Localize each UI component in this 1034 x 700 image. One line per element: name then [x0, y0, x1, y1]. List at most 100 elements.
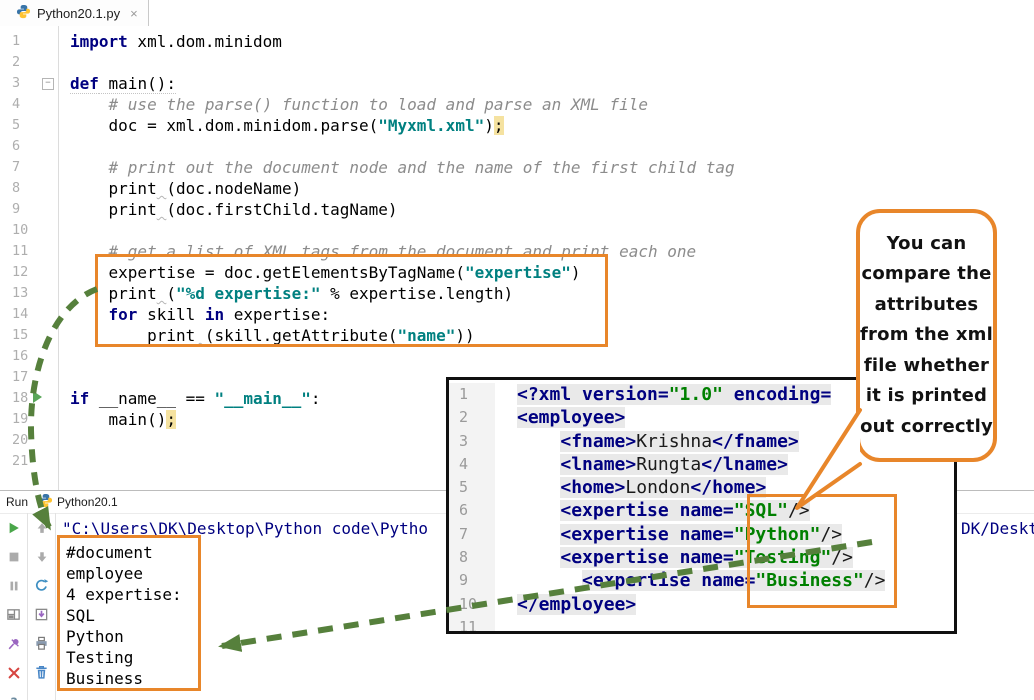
help-button[interactable]: ? — [5, 695, 23, 700]
xml-line-number: 2 — [449, 406, 495, 429]
xml-text: <expertise name="Testing"/> — [495, 546, 853, 569]
up-button[interactable] — [33, 521, 51, 539]
trash-button[interactable] — [33, 666, 51, 684]
console-output[interactable]: #documentemployee4 expertise:SQLPythonTe… — [66, 542, 182, 689]
xml-line-number: 10 — [449, 593, 495, 616]
callout-text-line: it is printed — [860, 381, 993, 412]
line-number[interactable]: 15 — [0, 325, 58, 346]
line-number[interactable]: 21 — [0, 451, 58, 472]
line-number[interactable]: 20 — [0, 430, 58, 451]
xml-line-number: 7 — [449, 523, 495, 546]
pause-button[interactable] — [5, 579, 23, 597]
tab-python-file[interactable]: Python20.1.py × — [0, 0, 149, 26]
code-text: # use the parse() function to load and p… — [58, 94, 648, 115]
xml-text: <fname>Krishna</fname> — [495, 430, 799, 453]
xml-line: 6 <expertise name="SQL"/> — [449, 499, 954, 522]
export-icon — [34, 607, 49, 627]
code-line[interactable]: 2 — [0, 52, 1034, 73]
down-button[interactable] — [33, 550, 51, 568]
pause-icon — [7, 579, 21, 598]
console-output-line: #document — [66, 542, 182, 563]
rerun-button[interactable] — [33, 579, 51, 597]
xml-line: 11 — [449, 616, 954, 634]
stop-icon — [7, 550, 21, 569]
ide-window: Python20.1.py × 1import xml.dom.minidom2… — [0, 0, 1034, 700]
callout-text-line: attributes — [860, 290, 993, 321]
console-path-text-right: DK/Deskt — [961, 518, 1034, 539]
line-number[interactable]: 14 — [0, 304, 58, 325]
line-number[interactable]: 9 — [0, 199, 58, 220]
code-text: import xml.dom.minidom — [58, 31, 282, 52]
line-number[interactable]: 10 — [0, 220, 58, 241]
code-line[interactable]: 6 — [0, 136, 1034, 157]
console-path-text: "C:\Users\DK\Desktop\Python code\Pytho — [62, 518, 428, 539]
code-text: def main(): — [58, 73, 176, 94]
code-line[interactable]: 5 doc = xml.dom.minidom.parse("Myxml.xml… — [0, 115, 1034, 136]
xml-line: 8 <expertise name="Testing"/> — [449, 546, 954, 569]
line-number[interactable]: 7 — [0, 157, 58, 178]
code-text: main(); — [58, 409, 176, 430]
tab-close-icon[interactable]: × — [130, 6, 138, 21]
callout-text-line: You can — [860, 229, 993, 260]
xml-text — [495, 616, 517, 634]
code-line[interactable]: 4 # use the parse() function to load and… — [0, 94, 1034, 115]
xml-text: </employee> — [495, 593, 636, 616]
console-output-line: Business — [66, 668, 182, 689]
run-tab-label: Python20.1 — [57, 495, 118, 509]
close-button[interactable] — [5, 666, 23, 684]
console-output-line: employee — [66, 563, 182, 584]
pin-icon — [7, 637, 21, 656]
line-number[interactable]: 11 — [0, 241, 58, 262]
xml-line: 7 <expertise name="Python"/> — [449, 523, 954, 546]
down-icon — [35, 550, 49, 569]
layout-icon — [6, 607, 21, 627]
stop-button[interactable] — [5, 550, 23, 568]
line-number[interactable]: 3− — [0, 73, 58, 94]
line-number[interactable]: 13 — [0, 283, 58, 304]
console-output-line: 4 expertise: — [66, 584, 182, 605]
trash-icon — [34, 665, 49, 685]
line-number[interactable]: 5 — [0, 115, 58, 136]
code-line[interactable]: 7 # print out the document node and the … — [0, 157, 1034, 178]
code-text — [58, 346, 70, 367]
code-text — [58, 430, 70, 451]
line-number[interactable]: 16 — [0, 346, 58, 367]
xml-line-number: 9 — [449, 569, 495, 592]
xml-text: <home>London</home> — [495, 476, 766, 499]
printer-button[interactable] — [33, 637, 51, 655]
callout-bubble: You cancompare theattributesfrom the xml… — [856, 209, 997, 462]
xml-text: <expertise name="Business"/> — [495, 569, 885, 592]
run-button[interactable] — [5, 521, 23, 539]
fold-icon[interactable]: − — [42, 78, 54, 90]
xml-line-number: 1 — [449, 383, 495, 406]
run-line-icon[interactable] — [33, 391, 42, 403]
xml-line: 5 <home>London</home> — [449, 476, 954, 499]
code-text: print ("%d expertise:" % expertise.lengt… — [58, 283, 513, 304]
code-line[interactable]: 8 print (doc.nodeName) — [0, 178, 1034, 199]
xml-text: <employee> — [495, 406, 625, 429]
line-number[interactable]: 17 — [0, 367, 58, 388]
code-text — [58, 451, 70, 472]
line-number[interactable]: 2 — [0, 52, 58, 73]
editor-tab-bar: Python20.1.py × — [0, 0, 1034, 27]
callout-text-line: from the xml — [860, 320, 993, 351]
xml-line-number: 8 — [449, 546, 495, 569]
line-number[interactable]: 4 — [0, 94, 58, 115]
code-line[interactable]: 1import xml.dom.minidom — [0, 31, 1034, 52]
pin-button[interactable] — [5, 637, 23, 655]
code-text: # get a list of XML tags from the docume… — [58, 241, 696, 262]
layout-button[interactable] — [5, 608, 23, 626]
line-number[interactable]: 8 — [0, 178, 58, 199]
code-line[interactable]: 3−def main(): — [0, 73, 1034, 94]
rerun-icon — [34, 578, 49, 598]
up-icon — [35, 521, 49, 540]
export-button[interactable] — [33, 608, 51, 626]
line-number[interactable]: 19 — [0, 409, 58, 430]
line-number[interactable]: 1 — [0, 31, 58, 52]
run-panel-label: Run — [6, 495, 28, 509]
run-tab[interactable]: Python20.1 — [38, 493, 118, 511]
line-number[interactable]: 18 — [0, 388, 58, 409]
line-number[interactable]: 6 — [0, 136, 58, 157]
callout-text-line: file whether — [860, 351, 993, 382]
line-number[interactable]: 12 — [0, 262, 58, 283]
